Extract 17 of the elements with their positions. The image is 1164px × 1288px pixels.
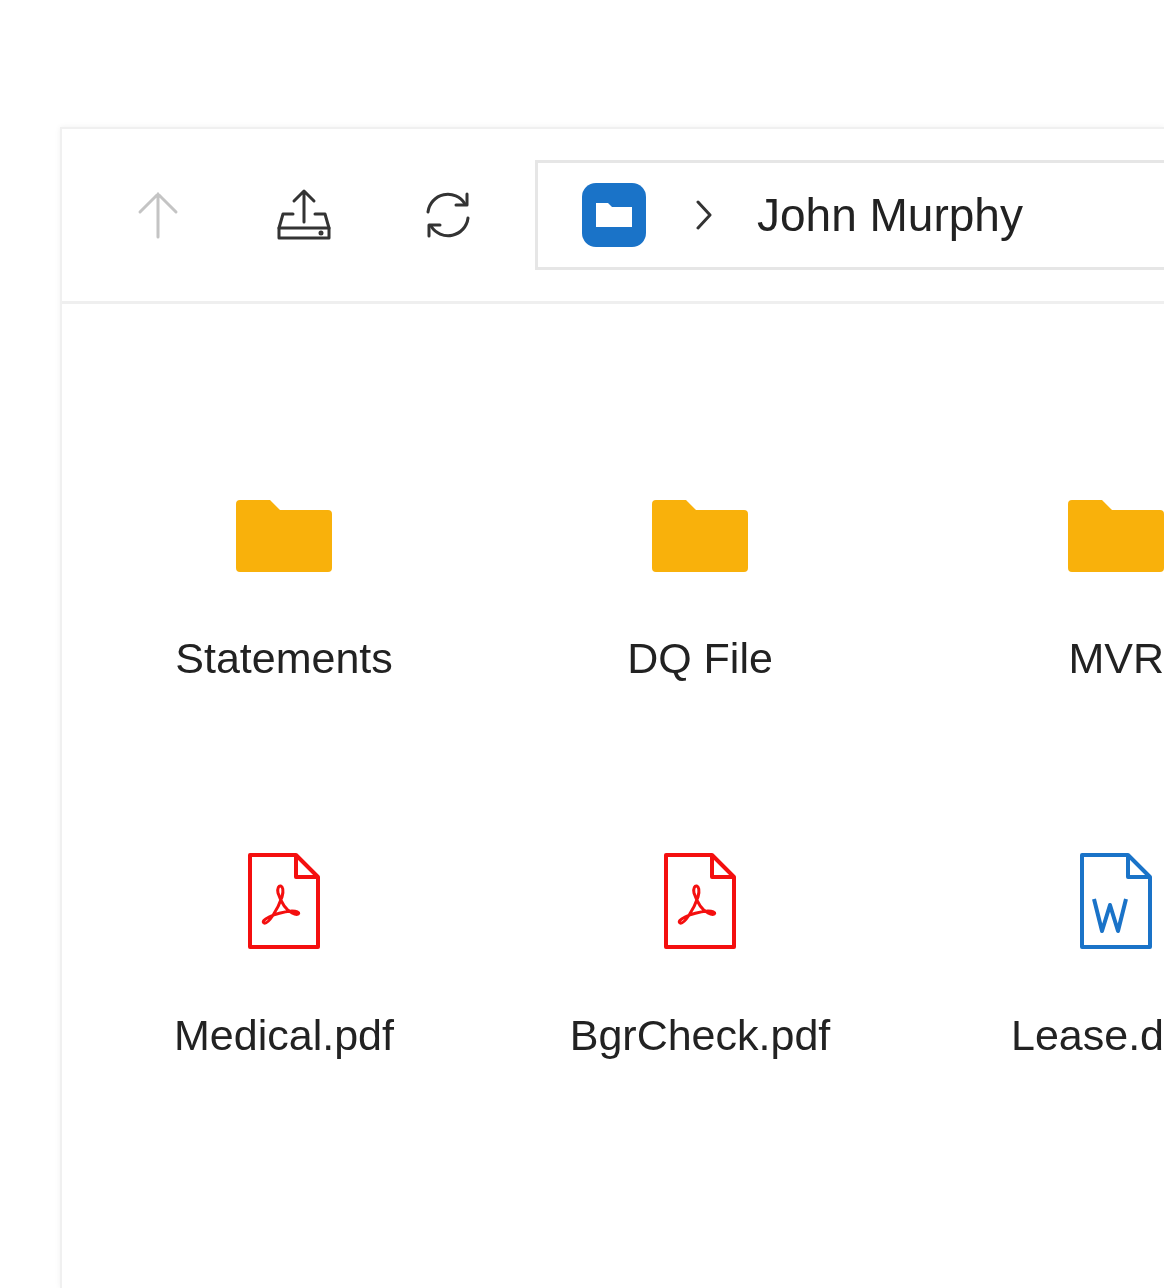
breadcrumb-item[interactable]: John Murphy (757, 180, 1023, 250)
file-name[interactable]: MVR (1068, 630, 1164, 686)
word-file-icon (1080, 853, 1152, 949)
up-arrow-icon (136, 190, 180, 240)
folder-icon (652, 500, 748, 572)
folder-icon (1068, 500, 1164, 572)
file-name[interactable]: Medical.pdf (174, 1007, 394, 1063)
file-name[interactable]: Lease.d (1010, 1007, 1164, 1063)
file-name[interactable]: BgrCheck.pdf (569, 1007, 831, 1063)
upload-icon (277, 188, 331, 242)
chevron-right-icon (696, 200, 712, 230)
file-name[interactable]: Statements (175, 630, 393, 686)
file-name[interactable]: DQ File (627, 630, 773, 686)
folder-icon (582, 183, 646, 247)
folder-icon (236, 500, 332, 572)
pdf-file-icon (664, 853, 736, 949)
pdf-file-icon (248, 853, 320, 949)
